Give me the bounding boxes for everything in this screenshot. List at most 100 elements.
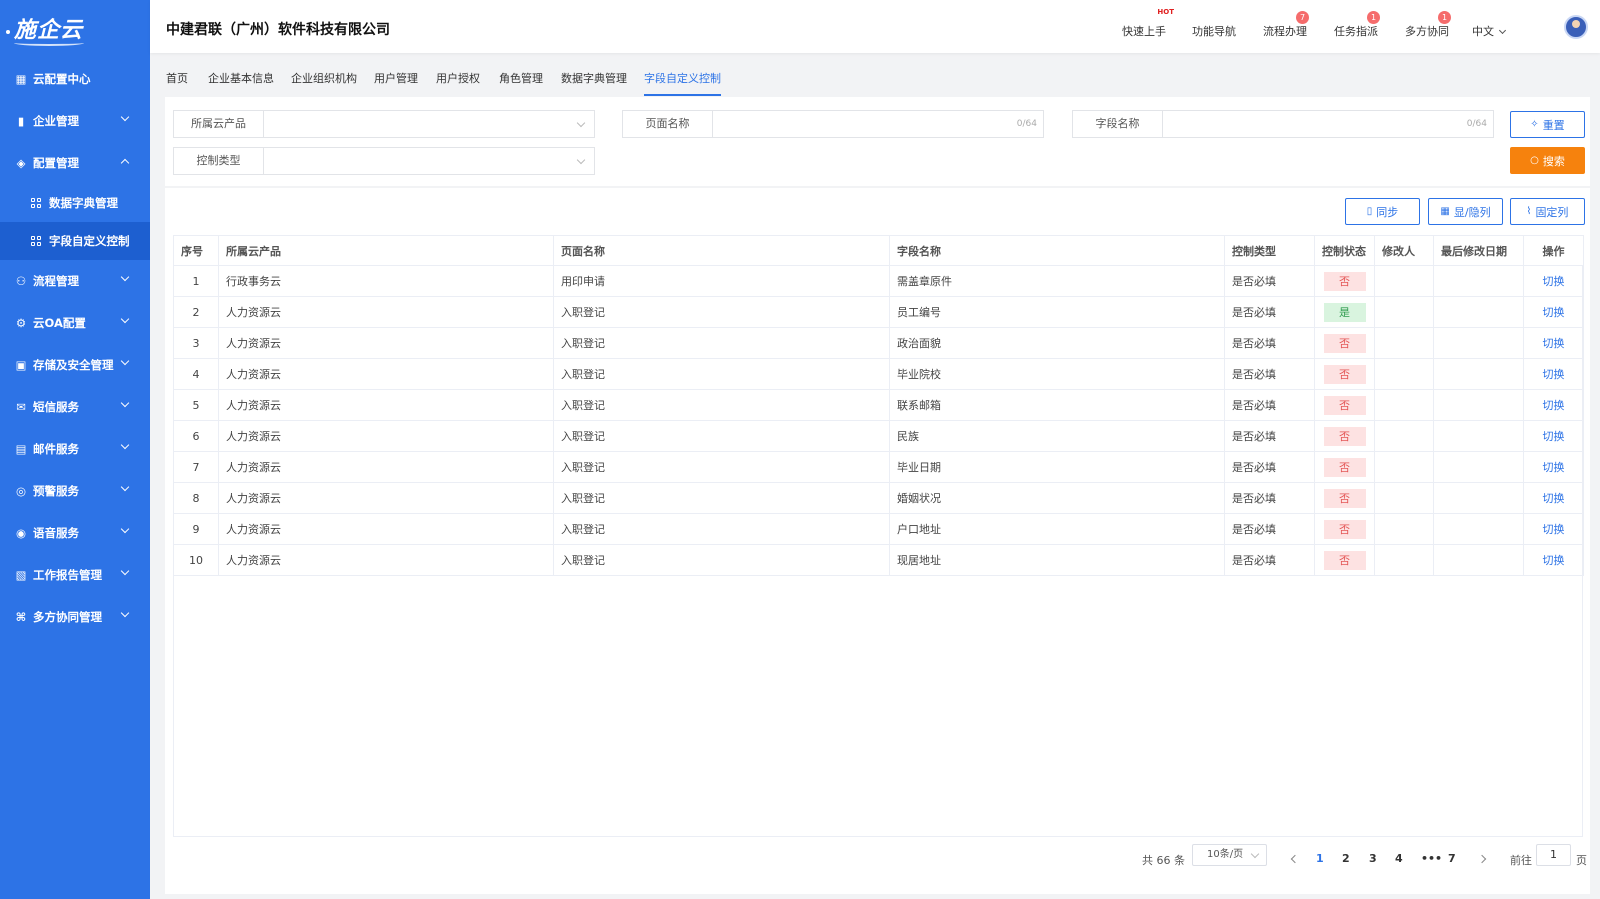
fix-columns-button[interactable]: ⌇ 固定列	[1510, 198, 1585, 225]
sync-button[interactable]: ▯ 同步	[1345, 198, 1420, 225]
product-filter: 所属云产品	[173, 110, 595, 138]
sidebar-item-7[interactable]: ▤ 邮件服务	[0, 428, 150, 470]
goto-page-input[interactable]: 1	[1536, 844, 1571, 866]
table-row: 8 人力资源云 入职登记 婚姻状况 是否必填否 切换	[173, 482, 1584, 514]
sync-label: 同步	[1376, 205, 1399, 219]
table-cell: 是否必填	[1224, 265, 1315, 297]
toggle-link[interactable]: 切换	[1543, 337, 1565, 350]
page-number[interactable]: 7	[1448, 852, 1456, 865]
table-cell	[1374, 358, 1434, 390]
page-name-input[interactable]: 0/64	[713, 111, 1043, 137]
toggle-columns-button[interactable]: ▦ 显/隐列	[1428, 198, 1503, 225]
chevron-down-icon	[120, 608, 130, 618]
toggle-link[interactable]: 切换	[1543, 430, 1565, 443]
avatar[interactable]	[1564, 15, 1588, 39]
header-link-label: 快速上手	[1122, 25, 1166, 38]
tab-2[interactable]: 企业组织机构	[291, 70, 357, 94]
sidebar-item-9[interactable]: ◉ 语音服务	[0, 512, 150, 554]
reset-button[interactable]: ✧ 重置	[1510, 111, 1585, 138]
control-type-select[interactable]	[264, 148, 594, 174]
toggle-link[interactable]: 切换	[1543, 461, 1565, 474]
column-header: 所属云产品	[218, 235, 554, 266]
sidebar-item-label: 云配置中心	[33, 72, 91, 86]
count-badge: 1	[1367, 11, 1380, 24]
table-cell: 人力资源云	[218, 327, 554, 359]
sidebar-item-0[interactable]: ▦ 云配置中心	[0, 58, 150, 100]
tab-7[interactable]: 字段自定义控制	[644, 70, 721, 96]
page-size-select[interactable]: 10条/页	[1192, 844, 1267, 866]
field-name-label: 字段名称	[1073, 111, 1163, 137]
toggle-link[interactable]: 切换	[1543, 554, 1565, 567]
field-name-input[interactable]: 0/64	[1163, 111, 1493, 137]
sidebar-item-1[interactable]: ▮ 企业管理	[0, 100, 150, 142]
status-badge: 否	[1323, 426, 1366, 446]
logo[interactable]: 施企云	[0, 0, 150, 58]
tab-1[interactable]: 企业基本信息	[208, 70, 274, 94]
tab-4[interactable]: 用户授权	[436, 70, 480, 94]
tab-3[interactable]: 用户管理	[374, 70, 418, 94]
table-cell: 切换	[1523, 451, 1584, 483]
page-number[interactable]: 1	[1316, 852, 1324, 865]
book-icon: ▯	[1366, 206, 1373, 217]
sidebar-item-4[interactable]: ⚙ 云OA配置	[0, 302, 150, 344]
table-cell: 入职登记	[553, 513, 890, 545]
header-link-2[interactable]: 流程办理 7	[1263, 11, 1309, 39]
table-cell: 是	[1314, 296, 1375, 328]
header-link-0[interactable]: 快速上手 HOT	[1122, 8, 1174, 39]
toggle-link[interactable]: 切换	[1543, 368, 1565, 381]
more-pages-icon[interactable]: •••	[1421, 852, 1442, 865]
chevron-down-icon	[120, 272, 130, 282]
reset-label: 重置	[1542, 118, 1565, 132]
toggle-link[interactable]: 切换	[1543, 399, 1565, 412]
table-cell: 是否必填	[1224, 389, 1315, 421]
chevron-down-icon	[120, 356, 130, 366]
sidebar-item-10[interactable]: ▧ 工作报告管理	[0, 554, 150, 596]
header-link-3[interactable]: 任务指派 1	[1334, 11, 1380, 39]
sidebar-item-3[interactable]: ⚇ 流程管理	[0, 260, 150, 302]
top-header: 中建君联（广州）软件科技有限公司 快速上手 HOT 功能导航 流程办理 7 任务指派 1 多方…	[150, 0, 1600, 53]
search-button[interactable]: ○ 搜索	[1510, 147, 1585, 174]
table-cell	[1433, 296, 1524, 328]
sidebar-subitem-0[interactable]: 数据字典管理	[0, 184, 150, 222]
table-cell: 行政事务云	[218, 265, 554, 297]
table-cell	[1433, 451, 1524, 483]
table-cell: 人力资源云	[218, 420, 554, 452]
sidebar-subitem-label: 字段自定义控制	[49, 234, 130, 248]
tab-0[interactable]: 首页	[166, 70, 188, 94]
table-row: 6 人力资源云 入职登记 民族 是否必填否 切换	[173, 420, 1584, 452]
table-cell: 毕业日期	[889, 451, 1225, 483]
toggle-columns-label: 显/隐列	[1453, 205, 1491, 219]
user-gear-icon: ⚙	[15, 316, 27, 330]
table-cell: 6	[173, 420, 219, 452]
table-cell: 2	[173, 296, 219, 328]
page-number[interactable]: 4	[1395, 852, 1403, 865]
toggle-link[interactable]: 切换	[1543, 523, 1565, 536]
toggle-link[interactable]: 切换	[1543, 275, 1565, 288]
page-size-value: 10条/页	[1207, 849, 1244, 860]
table-cell: 否	[1314, 451, 1375, 483]
sidebar-item-2[interactable]: ◈ 配置管理	[0, 142, 150, 184]
table-row: 10 人力资源云 入职登记 现居地址 是否必填否 切换	[173, 544, 1584, 576]
language-switch[interactable]: 中文	[1472, 23, 1507, 39]
sidebar-item-5[interactable]: ▣ 存储及安全管理	[0, 344, 150, 386]
table-cell: 婚姻状况	[889, 482, 1225, 514]
language-label: 中文	[1472, 25, 1494, 38]
table-cell: 切换	[1523, 327, 1584, 359]
table-cell: 切换	[1523, 389, 1584, 421]
product-select[interactable]	[264, 111, 594, 137]
tab-6[interactable]: 数据字典管理	[561, 70, 627, 94]
header-link-4[interactable]: 多方协同 1	[1405, 11, 1451, 39]
sidebar-item-11[interactable]: ⌘ 多方协同管理	[0, 596, 150, 638]
page-number[interactable]: 3	[1369, 852, 1377, 865]
table-row: 7 人力资源云 入职登记 毕业日期 是否必填否 切换	[173, 451, 1584, 483]
sidebar-subitem-1[interactable]: 字段自定义控制	[0, 222, 150, 260]
table-cell: 人力资源云	[218, 389, 554, 421]
card-icon: ▤	[15, 442, 27, 456]
toggle-link[interactable]: 切换	[1543, 492, 1565, 505]
sidebar-item-6[interactable]: ✉ 短信服务	[0, 386, 150, 428]
toggle-link[interactable]: 切换	[1543, 306, 1565, 319]
page-number[interactable]: 2	[1342, 852, 1350, 865]
sidebar-item-8[interactable]: ◎ 预警服务	[0, 470, 150, 512]
header-link-1[interactable]: 功能导航	[1192, 23, 1236, 39]
tab-5[interactable]: 角色管理	[499, 70, 543, 94]
